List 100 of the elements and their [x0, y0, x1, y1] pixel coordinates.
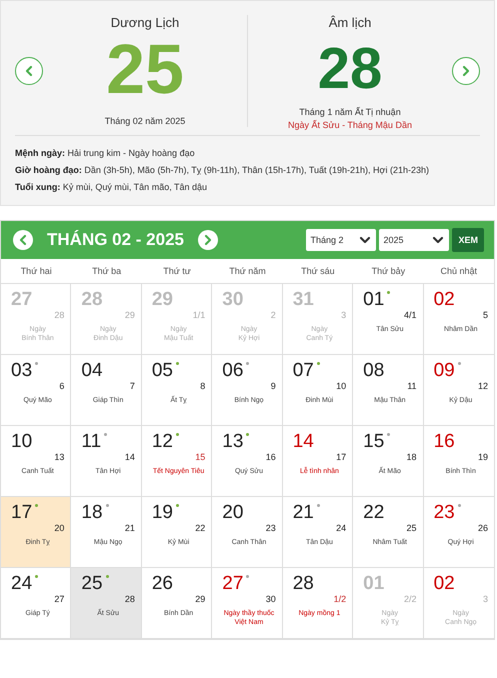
day-number: 23: [434, 503, 455, 522]
day-number: 03: [11, 361, 32, 380]
day-number: 01: [363, 574, 384, 593]
solar-day: 25: [106, 34, 184, 104]
day-number: 14: [292, 432, 314, 451]
previous-day-button[interactable]: [15, 57, 43, 85]
lunar-date: 2/2: [404, 594, 417, 604]
weekday-header: Thứ ba: [92, 266, 122, 276]
day-info-line: Giờ hoàng đạo: Dần (3h-5h), Mão (5h-7h), Tỵ (9h-11h), Thân (15h-17h), Tuất (19h-21h), Hợi (21h-23h): [15, 165, 430, 175]
day-number: 05: [152, 361, 173, 380]
chevron-left-icon: [17, 234, 29, 246]
day-number: 06: [222, 361, 244, 380]
day-number: 02: [434, 574, 455, 593]
solar-month-year: Tháng 02 năm 2025: [104, 116, 186, 126]
day-number: 27: [11, 290, 32, 309]
lunar-date: 3: [341, 310, 346, 320]
chevron-right-icon: [202, 234, 214, 246]
lunar-date: 25: [406, 523, 417, 533]
weekday-header: Thứ năm: [229, 266, 266, 276]
day-number: 28: [81, 290, 103, 309]
month-title: THÁNG 02 - 2025: [47, 230, 184, 250]
lunar-date: 4/1: [404, 310, 417, 320]
lunar-date: 1/1: [192, 310, 206, 320]
lunar-date: 29: [195, 594, 206, 604]
lunar-date: 24: [336, 523, 346, 533]
day-number: 31: [292, 290, 314, 309]
day-number: 02: [434, 290, 455, 309]
lunar-date: 28: [54, 310, 64, 320]
lunar-date: 22: [195, 523, 206, 533]
lunar-date: 5: [482, 310, 488, 320]
lunar-date: 13: [54, 452, 64, 462]
next-month-button[interactable]: [198, 230, 218, 250]
day-number: 28: [292, 574, 314, 593]
day-number: 01: [363, 290, 384, 309]
lunar-date: 30: [266, 594, 276, 604]
lunar-date: 15: [195, 452, 206, 462]
weekday-header: Thứ bảy: [372, 266, 406, 276]
lunar-day: 28: [318, 40, 382, 98]
day-number: 27: [222, 574, 244, 593]
lunar-title: Âm lịch: [328, 15, 372, 30]
lunar-date: 18: [406, 452, 417, 462]
lunar-date: 10: [336, 381, 346, 391]
lunar-date: 14: [124, 452, 135, 462]
day-number: 07: [292, 361, 314, 380]
month-select[interactable]: Tháng 2: [306, 229, 376, 251]
lunar-date: 16: [266, 452, 276, 462]
day-number: 24: [11, 574, 32, 593]
next-day-button[interactable]: [452, 57, 480, 85]
lunar-date: 11: [407, 381, 417, 391]
day-number: 19: [152, 503, 173, 522]
day-info-line: Mệnh ngày: Hải trung kim - Ngày hoàng đạo: [15, 148, 196, 158]
day-number: 11: [81, 432, 102, 451]
lunar-date: 6: [59, 381, 64, 391]
lunar-date: 7: [130, 381, 135, 391]
lunar-date: 28: [124, 594, 135, 604]
day-number: 15: [363, 432, 384, 451]
day-number: 20: [222, 503, 244, 522]
weekday-header: Thứ tư: [163, 266, 191, 276]
day-number: 08: [363, 361, 384, 380]
day-number: 30: [222, 290, 244, 309]
weekday-header: Chủ nhật: [440, 266, 478, 276]
day-number: 13: [222, 432, 244, 451]
lunar-date: 1/2: [334, 594, 346, 604]
day-number: 18: [81, 503, 103, 522]
caret-icon: [359, 234, 372, 246]
day-number: 29: [152, 290, 173, 309]
weekday-header: Thứ hai: [20, 266, 52, 276]
day-number: 04: [81, 361, 103, 380]
solar-title: Dương Lịch: [110, 15, 180, 30]
weekday-header: Thứ sáu: [301, 266, 335, 276]
caret-icon: [432, 234, 444, 246]
day-number: 17: [11, 503, 32, 522]
lunar-date: 3: [482, 594, 488, 604]
chevron-left-icon: [23, 65, 35, 77]
lunar-date: 19: [478, 452, 488, 462]
lunar-date: 20: [54, 523, 64, 533]
day-number: 25: [81, 574, 103, 593]
lunar-date: 9: [270, 381, 276, 391]
lunar-date: 17: [336, 452, 346, 462]
previous-month-button[interactable]: [13, 230, 33, 250]
day-number: 21: [292, 503, 314, 522]
day-number: 22: [363, 503, 384, 522]
lunar-day-detail: Ngày Ất Sửu - Tháng Mậu Dần: [288, 120, 412, 130]
lunar-date: 8: [200, 381, 206, 391]
lunar-date: 27: [54, 594, 64, 604]
day-number: 16: [434, 432, 455, 451]
day-number: 10: [11, 432, 32, 451]
chevron-right-icon: [460, 65, 472, 77]
lunar-date: 23: [266, 523, 276, 533]
view-button[interactable]: XEM: [452, 228, 484, 252]
day-info-line: Tuổi xung: Kỷ mùi, Quý mùi, Tân mão, Tân dậu: [15, 182, 208, 192]
lunar-month-year: Tháng 1 năm Ất Tị nhuận: [299, 107, 401, 117]
lunar-date: 29: [124, 310, 135, 320]
lunar-date: 2: [270, 310, 276, 320]
lunar-date: 21: [124, 523, 135, 533]
day-number: 12: [152, 432, 173, 451]
day-number: 26: [152, 574, 173, 593]
lunar-date: 26: [478, 523, 488, 533]
day-number: 09: [434, 361, 455, 380]
year-select[interactable]: 2025: [379, 229, 450, 251]
